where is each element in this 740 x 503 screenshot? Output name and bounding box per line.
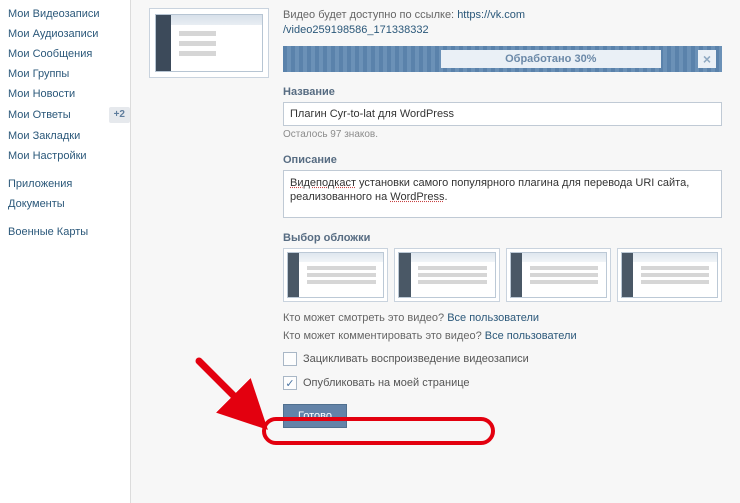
sidebar: Мои Видеозаписи Мои Аудиозаписи Мои Сооб… xyxy=(0,0,130,242)
nav-military-maps[interactable]: Военные Карты xyxy=(8,222,130,242)
title-chars-left: Осталось 97 знаков. xyxy=(283,129,722,140)
publish-label: Опубликовать на моей странице xyxy=(303,377,470,389)
privacy-view-link[interactable]: Все пользователи xyxy=(447,312,539,324)
nav-my-settings[interactable]: Мои Настройки xyxy=(8,146,130,166)
video-thumbnail xyxy=(149,8,269,78)
privacy-comment-link[interactable]: Все пользователи xyxy=(485,330,577,342)
publish-checkbox[interactable]: ✓ xyxy=(283,376,297,390)
title-input[interactable] xyxy=(283,102,722,126)
loop-checkbox[interactable] xyxy=(283,352,297,366)
main-panel: Видео будет доступно по ссылке: https://… xyxy=(130,0,740,503)
cover-heading: Выбор обложки xyxy=(283,232,722,244)
progress-label: Обработано 30% xyxy=(441,50,661,68)
video-url-line: Видео будет доступно по ссылке: https://… xyxy=(283,8,722,38)
nav-my-replies[interactable]: Мои Ответы +2 xyxy=(8,104,130,126)
nav-my-videos[interactable]: Мои Видеозаписи xyxy=(8,4,130,24)
nav-my-groups[interactable]: Мои Группы xyxy=(8,64,130,84)
nav-apps[interactable]: Приложения xyxy=(8,174,130,194)
nav-my-audio[interactable]: Мои Аудиозаписи xyxy=(8,24,130,44)
description-input[interactable]: Видеподкаст установки самого популярного… xyxy=(283,170,722,218)
cover-options xyxy=(283,248,722,302)
cover-option-1[interactable] xyxy=(283,248,388,302)
loop-checkbox-row[interactable]: Зацикливать воспроизведение видеозаписи xyxy=(283,352,722,366)
title-heading: Название xyxy=(283,86,722,98)
publish-checkbox-row[interactable]: ✓ Опубликовать на моей странице xyxy=(283,376,722,390)
submit-button[interactable]: Готово xyxy=(283,404,347,428)
nav-my-messages[interactable]: Мои Сообщения xyxy=(8,44,130,64)
privacy-comment-line: Кто может комментировать это видео? Все … xyxy=(283,330,722,342)
privacy-view-line: Кто может смотреть это видео? Все пользо… xyxy=(283,312,722,324)
cover-option-2[interactable] xyxy=(394,248,499,302)
cover-option-3[interactable] xyxy=(506,248,611,302)
progress-close-icon[interactable]: × xyxy=(698,50,716,68)
loop-label: Зацикливать воспроизведение видеозаписи xyxy=(303,353,529,365)
nav-documents[interactable]: Документы xyxy=(8,194,130,214)
nav-my-bookmarks[interactable]: Мои Закладки xyxy=(8,126,130,146)
cover-option-4[interactable] xyxy=(617,248,722,302)
replies-badge: +2 xyxy=(109,107,130,123)
upload-progress: Обработано 30% × xyxy=(283,46,722,72)
description-heading: Описание xyxy=(283,154,722,166)
nav-my-news[interactable]: Мои Новости xyxy=(8,84,130,104)
